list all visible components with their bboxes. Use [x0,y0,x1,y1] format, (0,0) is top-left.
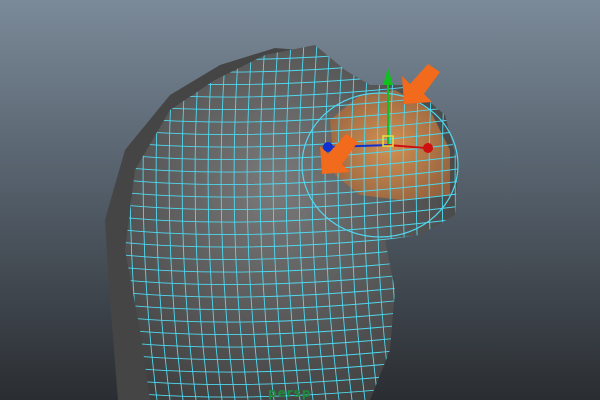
wire-line [454,45,458,400]
arrow-down-left-icon [402,64,440,104]
scene [105,45,459,400]
wire-line [125,45,458,48]
3d-viewport[interactable]: persp [0,0,600,400]
camera-label: persp [268,386,312,400]
